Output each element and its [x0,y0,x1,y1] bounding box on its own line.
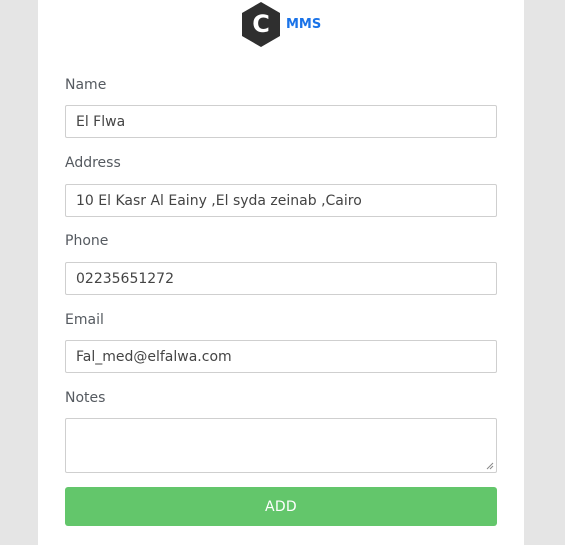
address-label: Address [65,155,121,171]
email-label: Email [65,312,104,328]
phone-input[interactable]: 02235651272 [65,262,497,295]
notes-textarea[interactable] [65,418,497,473]
address-input[interactable]: 10 El Kasr Al Eainy ,El syda zeinab ,Cai… [65,184,497,217]
app-logo: C MMS [241,0,321,48]
resize-handle-icon[interactable] [486,462,494,470]
add-button[interactable]: ADD [65,487,497,526]
brand-name: MMS [286,16,322,32]
name-input[interactable]: El Flwa [65,105,497,138]
name-label: Name [65,77,107,93]
notes-label: Notes [65,390,106,406]
hexagon-logo-icon: C [241,1,281,48]
phone-label: Phone [65,233,109,249]
logo-letter: C [252,10,270,38]
email-input[interactable]: Fal_med@elfalwa.com [65,340,497,373]
